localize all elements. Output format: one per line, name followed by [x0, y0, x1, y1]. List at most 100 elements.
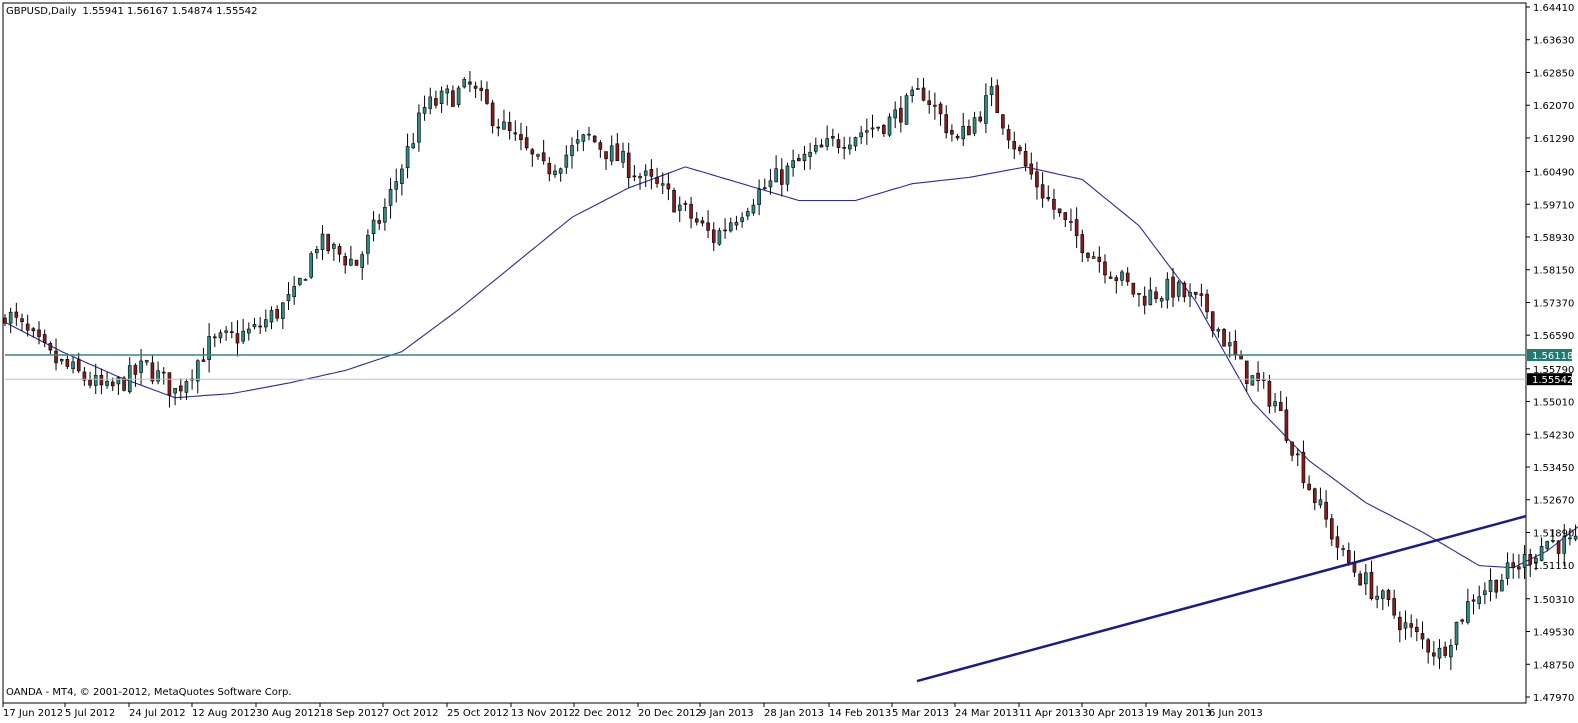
- y-tick-label: 1.58930: [1533, 233, 1574, 244]
- candle-body: [59, 358, 64, 362]
- candle-body: [1120, 271, 1124, 281]
- candle-body: [717, 230, 722, 245]
- candle-body: [751, 204, 756, 214]
- candle-body: [626, 152, 631, 178]
- candle-body: [1103, 261, 1107, 276]
- candle-body: [785, 165, 790, 185]
- candle-body: [1193, 291, 1198, 295]
- x-tick-label: 13 Nov 2012: [511, 708, 575, 719]
- candle-body: [609, 145, 614, 162]
- candle-body: [848, 144, 852, 150]
- candle-body: [110, 381, 115, 387]
- candle-body: [1159, 298, 1164, 302]
- candle-body: [899, 107, 903, 123]
- candle-body: [252, 324, 257, 328]
- candle-body: [757, 189, 761, 205]
- price-chart[interactable]: 1.64410 1.63630 1.62850 1.62070 1.61290 1.604…: [0, 0, 1578, 723]
- y-tick-label: 1.48750: [1533, 660, 1574, 671]
- candle-body: [473, 85, 478, 89]
- candle-body: [808, 151, 812, 157]
- chart-window: 1.64410 1.63630 1.62850 1.62070 1.61290 1.604…: [0, 0, 1578, 723]
- candle-body: [1420, 633, 1425, 640]
- candle-body: [1052, 198, 1056, 210]
- y-tick-label: 1.50310: [1533, 595, 1574, 606]
- y-tick-label: 1.63630: [1533, 36, 1574, 47]
- candle-body: [31, 328, 36, 332]
- candle-body: [1001, 114, 1005, 129]
- candle-body: [700, 220, 705, 224]
- candle-body: [1080, 234, 1085, 254]
- candle-body: [1290, 441, 1294, 456]
- candle-body: [1261, 379, 1266, 381]
- candle-body: [1517, 566, 1521, 570]
- candle-body: [1483, 590, 1487, 595]
- candle-body: [536, 154, 540, 157]
- candle-body: [564, 154, 569, 168]
- candle-body: [1375, 595, 1379, 600]
- candle-body: [638, 175, 642, 179]
- candle-body: [814, 144, 818, 152]
- candle-body: [326, 234, 330, 252]
- candle-body: [1063, 212, 1068, 220]
- x-tick-label: 7 Oct 2012: [383, 708, 438, 719]
- candle-body: [570, 145, 574, 156]
- candle-body: [275, 308, 279, 319]
- candle-body: [876, 126, 880, 129]
- candle-body: [1165, 278, 1170, 301]
- candle-body: [587, 133, 591, 136]
- candle-body: [332, 244, 336, 249]
- candle-body: [1392, 598, 1396, 616]
- candle-body: [961, 125, 966, 140]
- candle-body: [1273, 401, 1277, 407]
- candle-body: [502, 121, 506, 130]
- candle-body: [842, 147, 846, 149]
- candle-body: [530, 149, 535, 155]
- candle-body: [768, 180, 773, 188]
- candle-body: [377, 220, 382, 224]
- candle-body: [366, 234, 370, 254]
- x-tick-label: 9 Jan 2013: [700, 708, 754, 719]
- candle-body: [315, 249, 319, 254]
- y-tick-label: 1.53450: [1533, 463, 1574, 474]
- candle-body: [706, 222, 710, 231]
- candle-body: [927, 100, 932, 105]
- x-tick-label: 24 Mar 2013: [955, 708, 1018, 719]
- candle-body: [1267, 380, 1272, 407]
- candle-body: [485, 89, 489, 104]
- x-tick-label: 24 Jul 2012: [129, 708, 186, 719]
- candle-body: [1205, 293, 1209, 313]
- candle-body: [337, 245, 342, 255]
- candle-body: [615, 143, 620, 162]
- candle-body: [745, 211, 750, 217]
- candle-body: [1125, 272, 1130, 282]
- moving-average: [4, 166, 1578, 569]
- x-tick-label: 20 Dec 2012: [638, 708, 702, 719]
- candle-body: [178, 385, 183, 392]
- candle-body: [42, 334, 47, 343]
- candle-body: [360, 254, 365, 268]
- candle-body: [1148, 289, 1153, 306]
- y-tick-label: 1.57370: [1533, 298, 1574, 309]
- candle-body: [422, 107, 427, 114]
- candle-body: [689, 203, 693, 219]
- candle-body: [853, 137, 858, 147]
- candle-body: [1494, 579, 1499, 593]
- candle-body: [955, 135, 960, 139]
- candle-body: [655, 177, 659, 184]
- candle-body: [371, 219, 376, 234]
- candle-body: [462, 79, 467, 88]
- candle-body: [150, 362, 155, 382]
- candle-body: [1358, 573, 1362, 586]
- candle-body: [910, 89, 915, 96]
- candle-body: [972, 117, 977, 134]
- candle-body: [660, 183, 665, 186]
- candle-body: [1137, 293, 1141, 295]
- y-tick-label: 1.54230: [1533, 430, 1574, 441]
- candle-body: [791, 160, 795, 168]
- candle-body: [1398, 616, 1402, 631]
- candle-body: [71, 361, 75, 370]
- candle-body: [762, 187, 767, 190]
- y-tick-label: 1.51890: [1533, 528, 1574, 539]
- candle-body: [167, 372, 172, 396]
- candle-body: [122, 377, 126, 391]
